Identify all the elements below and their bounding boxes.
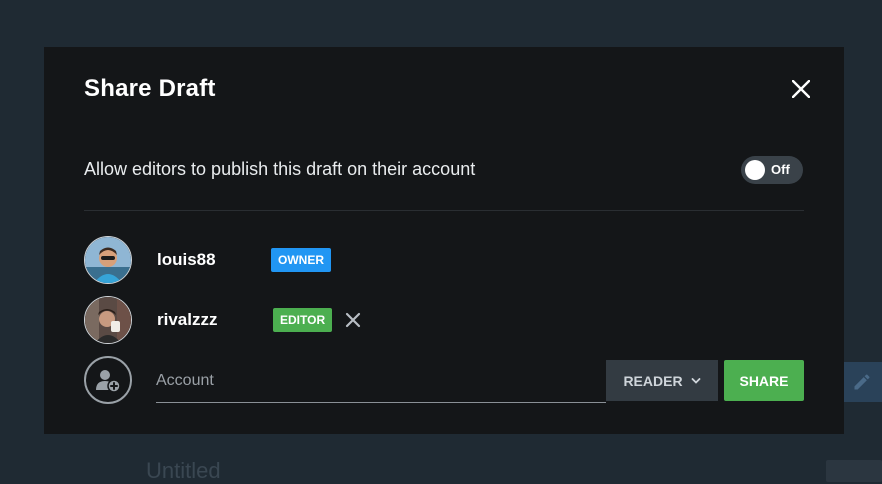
divider — [84, 210, 804, 211]
close-icon — [792, 80, 810, 98]
avatar — [84, 296, 132, 344]
account-input[interactable] — [156, 360, 606, 403]
username: rivalzzz — [157, 310, 218, 329]
toggle-knob — [745, 160, 765, 180]
add-user-icon — [96, 370, 121, 393]
username: louis88 — [157, 250, 216, 269]
share-draft-modal: Share Draft Allow editors to publish thi… — [44, 47, 844, 434]
background-badge — [826, 460, 882, 482]
avatar — [84, 236, 132, 284]
role-select-label: READER — [623, 372, 683, 389]
toggle-state-label: Off — [771, 162, 790, 177]
editor-badge: EDITOR — [273, 308, 333, 332]
role-select[interactable]: READER — [606, 360, 718, 401]
pencil-icon — [854, 374, 870, 390]
add-account-row: READER SHARE — [84, 356, 804, 406]
chevron-down-icon — [691, 376, 701, 386]
share-button[interactable]: SHARE — [724, 360, 804, 401]
user-row: rivalzzz EDITOR — [84, 296, 804, 344]
remove-user-button[interactable] — [343, 310, 363, 330]
close-icon — [345, 312, 361, 328]
user-row: louis88 OWNER — [84, 236, 804, 284]
allow-publish-toggle[interactable]: Off — [741, 156, 803, 184]
allow-publish-row: Allow editors to publish this draft on t… — [84, 156, 804, 184]
allow-publish-label: Allow editors to publish this draft on t… — [84, 159, 476, 179]
close-button[interactable] — [788, 76, 814, 102]
background-draft-title: Untitled — [146, 458, 221, 483]
owner-badge: OWNER — [271, 248, 331, 272]
background-edit-button[interactable] — [842, 362, 882, 402]
modal-title: Share Draft — [84, 75, 216, 102]
add-user-avatar — [84, 356, 132, 404]
